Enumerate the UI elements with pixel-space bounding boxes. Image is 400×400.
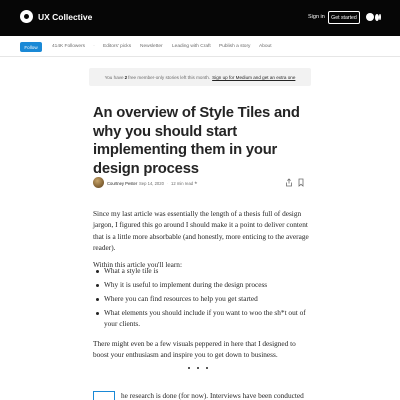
- medium-logo-icon[interactable]: [366, 12, 382, 22]
- list-item: Where you can find resources to help you…: [104, 294, 258, 303]
- banner-suffix: free member-only stories left this month…: [128, 74, 211, 80]
- nav-leading-with-craft[interactable]: Leading with Craft: [172, 44, 211, 49]
- banner-count: 2: [124, 74, 128, 80]
- bookmark-icon[interactable]: [297, 178, 305, 187]
- list-item: Why it is useful to implement during the…: [104, 280, 268, 289]
- get-started-button[interactable]: Get started: [328, 11, 360, 24]
- nav-editors-picks[interactable]: Editors' picks: [103, 44, 131, 49]
- list-item: What a style tile is: [104, 266, 159, 275]
- closing-paragraph: There might even be a few visuals pepper…: [93, 339, 296, 360]
- separator-dot: [197, 367, 199, 369]
- author-avatar[interactable]: [93, 177, 104, 188]
- drop-cap-frame: [93, 391, 115, 400]
- bullet-marker: [96, 312, 99, 315]
- intro-paragraph: Since my last article was essentially th…: [93, 209, 309, 253]
- meta-divider: ·: [167, 181, 169, 186]
- share-icon[interactable]: [285, 178, 293, 187]
- author-name[interactable]: Courtney Pester: [107, 181, 137, 186]
- banner-prefix: You have: [104, 74, 124, 80]
- publication-brand[interactable]: UX Collective: [20, 10, 92, 23]
- nav-newsletter[interactable]: Newsletter: [140, 44, 163, 49]
- list-item: What elements you should include if you …: [104, 308, 306, 329]
- bullet-marker: [96, 298, 99, 301]
- separator-dot: [206, 367, 208, 369]
- nav-followers-count[interactable]: 414K Followers: [52, 44, 85, 49]
- article-title: An overview of Style Tiles and why you s…: [93, 105, 300, 177]
- follow-button[interactable]: Follow: [20, 42, 42, 52]
- nav-publish-a-story[interactable]: Publish a story: [219, 44, 250, 49]
- publication-name: UX Collective: [38, 11, 93, 22]
- member-star-icon: ★: [194, 180, 198, 185]
- publish-date: Sep 14, 2020: [139, 181, 164, 186]
- top-bar: UX Collective Sign in Get started: [0, 0, 400, 36]
- bullet-marker: [96, 270, 99, 273]
- read-time: 12 min read: [171, 181, 194, 186]
- nav-about[interactable]: About: [259, 44, 272, 49]
- sign-in-link[interactable]: Sign in: [308, 14, 325, 20]
- next-paragraph-partial: he research is done (for now). Interview…: [121, 391, 304, 400]
- sign-up-link[interactable]: Sign up for Medium and get an extra one: [212, 75, 295, 80]
- bullet-marker: [96, 284, 99, 287]
- separator-dot: [188, 367, 190, 369]
- section-separator: [188, 367, 208, 369]
- nav-divider: ·: [93, 43, 95, 49]
- ux-collective-logo-icon: [20, 10, 33, 23]
- member-stories-banner: You have 2 free member-only stories left…: [89, 68, 311, 86]
